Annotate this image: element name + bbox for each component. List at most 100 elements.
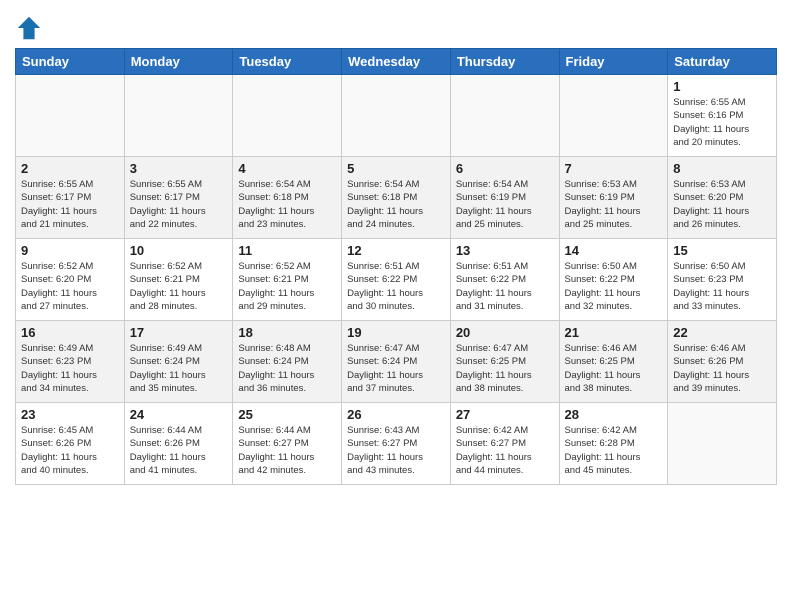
calendar-cell: 8Sunrise: 6:53 AM Sunset: 6:20 PM Daylig… <box>668 157 777 239</box>
day-number: 24 <box>130 407 228 422</box>
day-header-friday: Friday <box>559 49 668 75</box>
day-number: 7 <box>565 161 663 176</box>
calendar-cell: 26 Sunrise: 6:43 AM Sunset: 6:27 PM Dayli… <box>342 403 451 485</box>
day-number: 6 <box>456 161 554 176</box>
day-info: Sunrise: 6:52 AM Sunset: 6:20 PM Dayligh… <box>21 260 119 313</box>
calendar-cell: 10 Sunrise: 6:52 AM Sunset: 6:21 PM Dayli… <box>124 239 233 321</box>
day-number: 19 <box>347 325 445 340</box>
day-number: 28 <box>565 407 663 422</box>
calendar-cell <box>342 75 451 157</box>
calendar-cell: 9 Sunrise: 6:52 AM Sunset: 6:20 PM Daylig… <box>16 239 125 321</box>
calendar-cell <box>233 75 342 157</box>
calendar-cell: 5 Sunrise: 6:54 AM Sunset: 6:18 PM Daylig… <box>342 157 451 239</box>
day-info: Sunrise: 6:55 AM Sunset: 6:17 PM Dayligh… <box>130 178 228 231</box>
day-info: Sunrise: 6:52 AM Sunset: 6:21 PM Dayligh… <box>238 260 336 313</box>
day-info: Sunrise: 6:55 AM Sunset: 6:17 PM Dayligh… <box>21 178 119 231</box>
day-number: 22 <box>673 325 771 340</box>
day-info: Sunrise: 6:54 AM Sunset: 6:19 PM Dayligh… <box>456 178 554 231</box>
page: SundayMondayTuesdayWednesdayThursdayFrid… <box>0 0 792 495</box>
calendar-cell: 3 Sunrise: 6:55 AM Sunset: 6:17 PM Daylig… <box>124 157 233 239</box>
day-number: 9 <box>21 243 119 258</box>
week-row-0: 1 Sunrise: 6:55 AM Sunset: 6:16 PM Daylig… <box>16 75 777 157</box>
day-number: 1 <box>673 79 771 94</box>
day-info: Sunrise: 6:43 AM Sunset: 6:27 PM Dayligh… <box>347 424 445 477</box>
calendar-cell: 4 Sunrise: 6:54 AM Sunset: 6:18 PM Daylig… <box>233 157 342 239</box>
day-number: 16 <box>21 325 119 340</box>
day-number: 27 <box>456 407 554 422</box>
calendar-cell: 22Sunrise: 6:46 AM Sunset: 6:26 PM Dayli… <box>668 321 777 403</box>
day-header-tuesday: Tuesday <box>233 49 342 75</box>
day-number: 5 <box>347 161 445 176</box>
calendar-cell: 7 Sunrise: 6:53 AM Sunset: 6:19 PM Daylig… <box>559 157 668 239</box>
calendar-cell <box>124 75 233 157</box>
week-row-2: 9 Sunrise: 6:52 AM Sunset: 6:20 PM Daylig… <box>16 239 777 321</box>
calendar-cell: 14 Sunrise: 6:50 AM Sunset: 6:22 PM Dayli… <box>559 239 668 321</box>
day-header-monday: Monday <box>124 49 233 75</box>
day-header-wednesday: Wednesday <box>342 49 451 75</box>
day-number: 14 <box>565 243 663 258</box>
day-info: Sunrise: 6:55 AM Sunset: 6:16 PM Dayligh… <box>673 96 771 149</box>
day-info: Sunrise: 6:48 AM Sunset: 6:24 PM Dayligh… <box>238 342 336 395</box>
day-info: Sunrise: 6:42 AM Sunset: 6:28 PM Dayligh… <box>565 424 663 477</box>
week-row-1: 2 Sunrise: 6:55 AM Sunset: 6:17 PM Daylig… <box>16 157 777 239</box>
calendar-body: 1 Sunrise: 6:55 AM Sunset: 6:16 PM Daylig… <box>16 75 777 485</box>
calendar-cell: 15 Sunrise: 6:50 AM Sunset: 6:23 PM Dayli… <box>668 239 777 321</box>
day-number: 3 <box>130 161 228 176</box>
header-area <box>15 10 777 42</box>
day-number: 21 <box>565 325 663 340</box>
day-info: Sunrise: 6:47 AM Sunset: 6:25 PM Dayligh… <box>456 342 554 395</box>
day-info: Sunrise: 6:54 AM Sunset: 6:18 PM Dayligh… <box>347 178 445 231</box>
day-number: 26 <box>347 407 445 422</box>
calendar-cell: 16 Sunrise: 6:49 AM Sunset: 6:23 PM Dayli… <box>16 321 125 403</box>
day-number: 10 <box>130 243 228 258</box>
day-info: Sunrise: 6:45 AM Sunset: 6:26 PM Dayligh… <box>21 424 119 477</box>
day-info: Sunrise: 6:44 AM Sunset: 6:26 PM Dayligh… <box>130 424 228 477</box>
day-number: 20 <box>456 325 554 340</box>
day-number: 15 <box>673 243 771 258</box>
day-header-row: SundayMondayTuesdayWednesdayThursdayFrid… <box>16 49 777 75</box>
calendar-cell: 27 Sunrise: 6:42 AM Sunset: 6:27 PM Dayli… <box>450 403 559 485</box>
day-header-thursday: Thursday <box>450 49 559 75</box>
day-header-sunday: Sunday <box>16 49 125 75</box>
week-row-4: 23 Sunrise: 6:45 AM Sunset: 6:26 PM Dayli… <box>16 403 777 485</box>
day-number: 11 <box>238 243 336 258</box>
day-info: Sunrise: 6:47 AM Sunset: 6:24 PM Dayligh… <box>347 342 445 395</box>
calendar-cell <box>16 75 125 157</box>
day-number: 18 <box>238 325 336 340</box>
calendar-cell <box>668 403 777 485</box>
day-info: Sunrise: 6:44 AM Sunset: 6:27 PM Dayligh… <box>238 424 336 477</box>
day-number: 2 <box>21 161 119 176</box>
calendar-cell: 17 Sunrise: 6:49 AM Sunset: 6:24 PM Dayli… <box>124 321 233 403</box>
calendar-cell: 25Sunrise: 6:44 AM Sunset: 6:27 PM Dayli… <box>233 403 342 485</box>
day-info: Sunrise: 6:53 AM Sunset: 6:19 PM Dayligh… <box>565 178 663 231</box>
day-info: Sunrise: 6:54 AM Sunset: 6:18 PM Dayligh… <box>238 178 336 231</box>
day-number: 8 <box>673 161 771 176</box>
calendar-cell: 21Sunrise: 6:46 AM Sunset: 6:25 PM Dayli… <box>559 321 668 403</box>
day-info: Sunrise: 6:49 AM Sunset: 6:23 PM Dayligh… <box>21 342 119 395</box>
calendar-cell: 28 Sunrise: 6:42 AM Sunset: 6:28 PM Dayli… <box>559 403 668 485</box>
calendar-header: SundayMondayTuesdayWednesdayThursdayFrid… <box>16 49 777 75</box>
calendar-cell: 6 Sunrise: 6:54 AM Sunset: 6:19 PM Daylig… <box>450 157 559 239</box>
day-info: Sunrise: 6:50 AM Sunset: 6:22 PM Dayligh… <box>565 260 663 313</box>
week-row-3: 16 Sunrise: 6:49 AM Sunset: 6:23 PM Dayli… <box>16 321 777 403</box>
day-header-saturday: Saturday <box>668 49 777 75</box>
calendar-cell: 13 Sunrise: 6:51 AM Sunset: 6:22 PM Dayli… <box>450 239 559 321</box>
day-info: Sunrise: 6:50 AM Sunset: 6:23 PM Dayligh… <box>673 260 771 313</box>
day-number: 4 <box>238 161 336 176</box>
day-info: Sunrise: 6:52 AM Sunset: 6:21 PM Dayligh… <box>130 260 228 313</box>
day-number: 13 <box>456 243 554 258</box>
logo <box>15 14 47 42</box>
day-number: 12 <box>347 243 445 258</box>
calendar-cell <box>450 75 559 157</box>
day-number: 23 <box>21 407 119 422</box>
calendar-cell: 2 Sunrise: 6:55 AM Sunset: 6:17 PM Daylig… <box>16 157 125 239</box>
calendar-cell: 24 Sunrise: 6:44 AM Sunset: 6:26 PM Dayli… <box>124 403 233 485</box>
day-info: Sunrise: 6:42 AM Sunset: 6:27 PM Dayligh… <box>456 424 554 477</box>
calendar-cell: 11 Sunrise: 6:52 AM Sunset: 6:21 PM Dayli… <box>233 239 342 321</box>
calendar-cell: 12 Sunrise: 6:51 AM Sunset: 6:22 PM Dayli… <box>342 239 451 321</box>
day-info: Sunrise: 6:49 AM Sunset: 6:24 PM Dayligh… <box>130 342 228 395</box>
day-info: Sunrise: 6:51 AM Sunset: 6:22 PM Dayligh… <box>347 260 445 313</box>
day-number: 17 <box>130 325 228 340</box>
calendar-cell: 1 Sunrise: 6:55 AM Sunset: 6:16 PM Daylig… <box>668 75 777 157</box>
day-info: Sunrise: 6:51 AM Sunset: 6:22 PM Dayligh… <box>456 260 554 313</box>
